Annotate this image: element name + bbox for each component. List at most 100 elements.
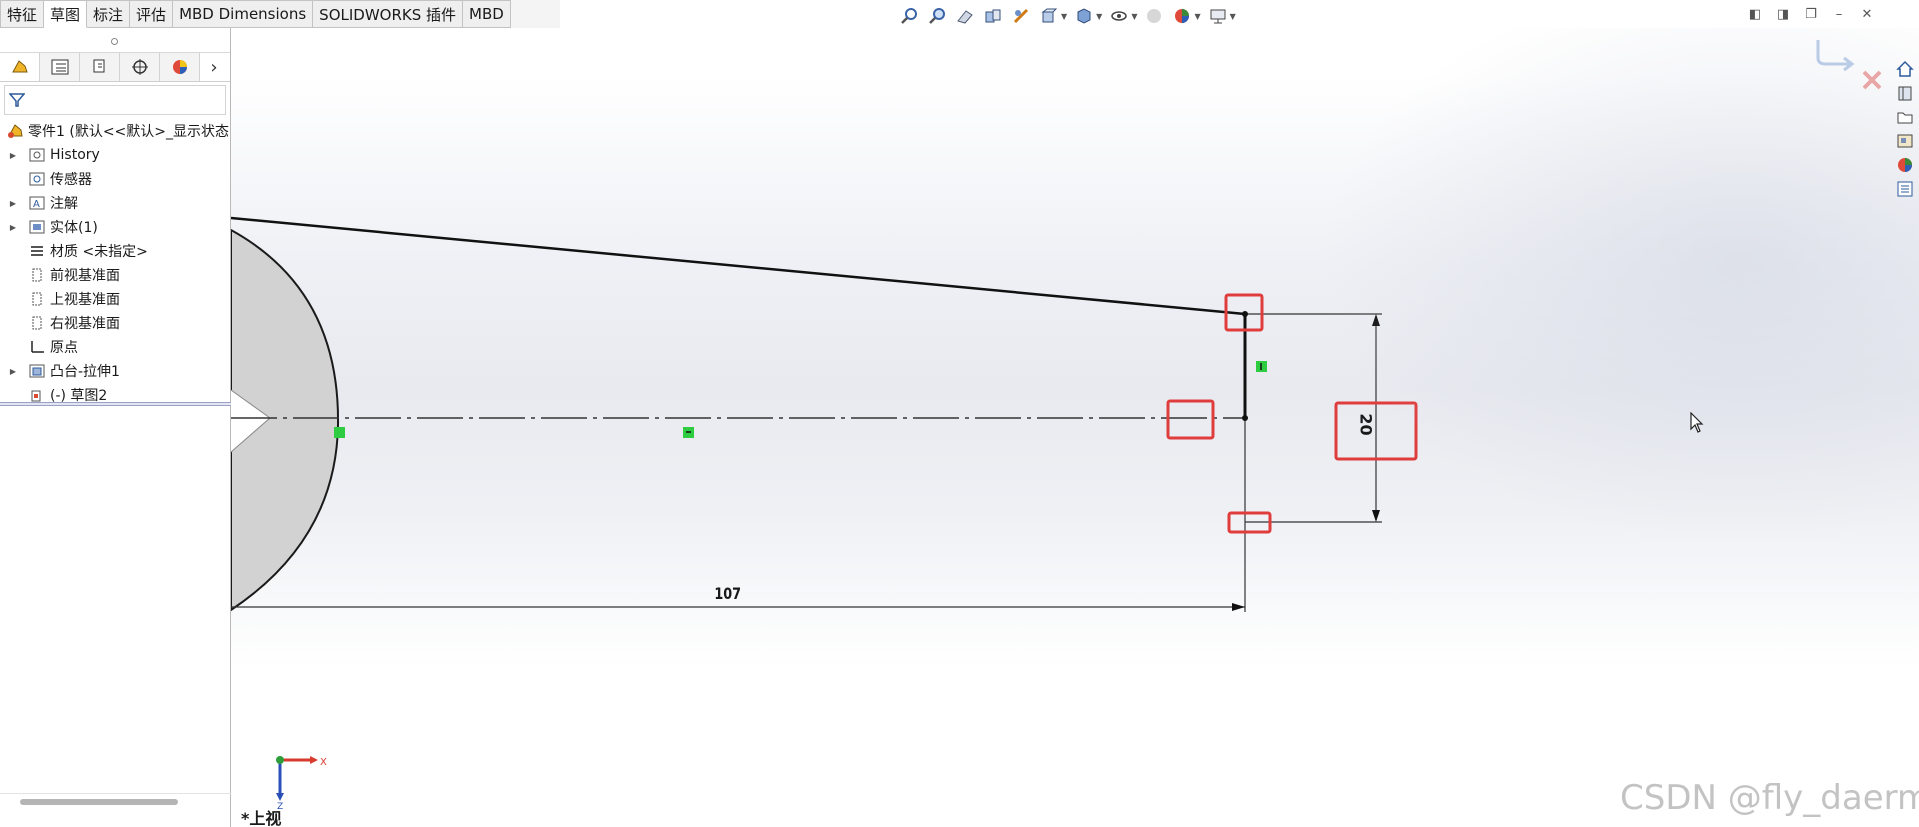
window-controls: ◧ ◨ ❐ – ✕ <box>1747 6 1875 22</box>
featuremanager-tab[interactable] <box>0 53 40 81</box>
view-orientation-icon[interactable] <box>1038 5 1060 27</box>
sketch-line-top <box>231 216 1246 316</box>
expand-arrow-icon[interactable]: ▶ <box>0 367 26 376</box>
propertymanager-icon <box>51 59 68 75</box>
panel-scrollbar-thumb[interactable] <box>20 799 178 805</box>
tree-item[interactable]: 上视基准面 <box>0 287 230 311</box>
zoom-to-fit-icon[interactable] <box>898 5 920 27</box>
custom-properties-icon[interactable] <box>1893 178 1917 200</box>
featuremanager-panel: › 零件1 (默认<<默认>_显示状态 ▶ History 传感器 ▶ A 注解 ▶ 实体(1… <box>0 28 231 827</box>
expand-arrow-icon[interactable]: ▶ <box>0 151 26 160</box>
plane-icon <box>26 266 48 284</box>
command-tab[interactable]: 草图 <box>44 0 88 28</box>
tree-item[interactable]: ▶ A 注解 <box>0 191 230 215</box>
tree-item[interactable]: ▶ 凸台-拉伸1 <box>0 359 230 383</box>
solid-body-icon <box>26 218 48 236</box>
sketch-geometry[interactable] <box>231 28 1919 827</box>
command-tab[interactable]: MBD <box>463 0 511 28</box>
feature-tree: 零件1 (默认<<默认>_显示状态 ▶ History 传感器 ▶ A 注解 ▶ 实体(1) 材… <box>0 119 230 407</box>
tree-item-label: 右视基准面 <box>50 316 120 332</box>
watermark-text: CSDN @fly_daerm <box>1620 778 1919 818</box>
mouse-cursor-icon <box>1690 412 1704 433</box>
section-view-icon[interactable] <box>982 5 1004 27</box>
command-tab[interactable]: SOLIDWORKS 插件 <box>313 0 464 28</box>
edit-appearance-icon[interactable] <box>1143 5 1165 27</box>
tile-right-icon[interactable]: ◨ <box>1775 6 1791 22</box>
restore-window-icon[interactable]: ❐ <box>1803 6 1819 22</box>
view-palette-icon[interactable] <box>1893 130 1917 152</box>
tree-item[interactable]: 传感器 <box>0 167 230 191</box>
plane-icon <box>26 290 48 308</box>
display-manager-tab[interactable] <box>160 53 200 81</box>
tree-item[interactable]: ▶ 实体(1) <box>0 215 230 239</box>
tree-item-label: 上视基准面 <box>50 292 120 308</box>
expand-arrow-icon[interactable]: ▶ <box>0 199 26 208</box>
display-style-icon[interactable] <box>1073 5 1095 27</box>
dimension-107[interactable]: 107 <box>714 584 741 603</box>
dimension-20[interactable]: 20 <box>1357 413 1376 435</box>
configurationmanager-tab[interactable] <box>80 53 120 81</box>
dynamic-annotation-icon[interactable] <box>1010 5 1032 27</box>
svg-text:A: A <box>33 199 40 210</box>
tree-root-label: 零件1 (默认<<默认>_显示状态 <box>28 124 230 140</box>
more-tabs-chevron-icon[interactable]: › <box>200 53 228 81</box>
close-window-icon[interactable]: ✕ <box>1859 6 1875 22</box>
command-tab[interactable]: MBD Dimensions <box>173 0 314 28</box>
view-settings-icon[interactable] <box>1207 5 1229 27</box>
confirmation-corner <box>1816 40 1882 90</box>
graphics-viewport[interactable] <box>231 28 1919 827</box>
featuremanager-icon <box>11 60 28 73</box>
tree-item-label: 原点 <box>50 340 78 356</box>
heads-up-view-toolbar: ▼ ▼ ▼ ▼ ▼ <box>898 4 1236 28</box>
dimxpert-icon <box>131 59 148 75</box>
triad-x-label: X <box>320 757 327 768</box>
boss-extrude-icon <box>26 362 48 380</box>
command-tab[interactable]: 标注 <box>87 0 131 28</box>
tile-left-icon[interactable]: ◧ <box>1747 6 1763 22</box>
tree-item-label: 材质 <未指定> <box>50 244 148 260</box>
relation-marker-coincident <box>334 427 345 438</box>
panel-tab-strip: › <box>0 53 230 82</box>
part-icon <box>4 122 26 140</box>
history-icon <box>26 146 48 164</box>
cancel-sketch-icon <box>1862 70 1882 90</box>
design-library-icon[interactable] <box>1893 82 1917 104</box>
tree-filter[interactable] <box>4 85 226 115</box>
tree-item[interactable]: 前视基准面 <box>0 263 230 287</box>
appearances-icon[interactable] <box>1893 154 1917 176</box>
minimize-window-icon[interactable]: – <box>1831 6 1847 22</box>
tree-item-label: 实体(1) <box>50 220 98 236</box>
dimxpert-tab[interactable] <box>120 53 160 81</box>
rollback-bar[interactable] <box>0 402 231 406</box>
hide-show-items-icon[interactable] <box>1108 5 1130 27</box>
tree-item[interactable]: 右视基准面 <box>0 311 230 335</box>
tree-item-label: 前视基准面 <box>50 268 120 284</box>
command-tab[interactable]: 评估 <box>130 0 174 28</box>
tree-root-part[interactable]: 零件1 (默认<<默认>_显示状态 <box>0 119 230 143</box>
zoom-to-area-icon[interactable] <box>926 5 948 27</box>
highlight-box-centerline <box>1166 399 1215 440</box>
filter-icon <box>9 93 25 107</box>
tree-item[interactable]: 原点 <box>0 335 230 359</box>
tree-item[interactable]: 材质 <未指定> <box>0 239 230 263</box>
origin-icon <box>26 338 48 356</box>
command-manager-tabs: 特征 草图 标注 评估 MBD Dimensions SOLIDWORKS 插件 MBD <box>0 0 560 28</box>
apply-scene-icon[interactable] <box>1171 5 1193 27</box>
file-explorer-icon[interactable] <box>1893 106 1917 128</box>
reference-triad: X Z <box>276 756 327 810</box>
material-icon <box>26 242 48 260</box>
annotation-icon: A <box>26 194 48 212</box>
view-orientation-label: *上视 <box>241 809 282 827</box>
expand-arrow-icon[interactable]: ▶ <box>0 223 26 232</box>
solidworks-resources-icon[interactable] <box>1893 58 1917 80</box>
tree-item-label: 传感器 <box>50 172 92 188</box>
task-pane-tabs <box>1893 58 1919 200</box>
command-tab[interactable]: 特征 <box>0 0 45 28</box>
tree-item[interactable]: ▶ History <box>0 143 230 167</box>
previous-view-icon[interactable] <box>954 5 976 27</box>
sensor-icon <box>26 170 48 188</box>
panel-grip[interactable] <box>0 28 230 53</box>
display-manager-icon <box>172 60 187 74</box>
tree-item-label: 注解 <box>50 196 78 212</box>
propertymanager-tab[interactable] <box>40 53 80 81</box>
